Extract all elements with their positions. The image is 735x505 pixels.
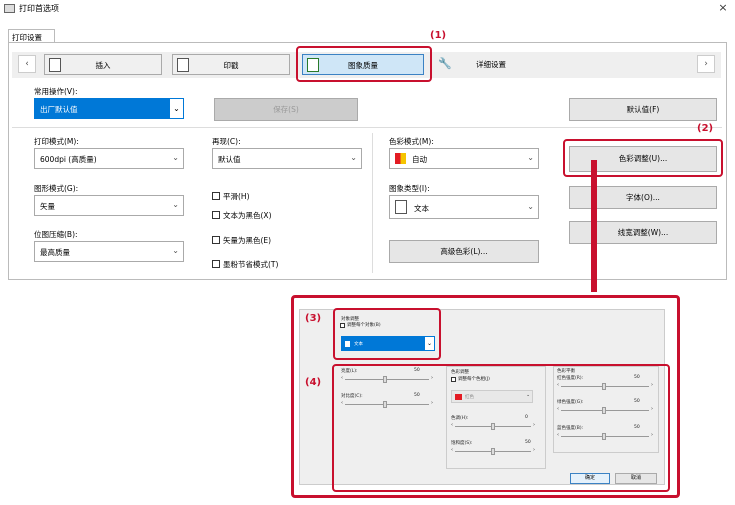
red-swatch-icon — [455, 394, 462, 400]
defaults-button[interactable]: 默认值(F) — [569, 98, 717, 121]
green-intensity-slider[interactable]: ‹ › — [557, 406, 653, 414]
brightness-label: 亮度(L): — [341, 369, 358, 374]
annotation-1: (1) — [430, 30, 447, 41]
color-mode-select[interactable]: 自动 ⌄ — [389, 148, 539, 169]
common-ops-select[interactable]: 出厂默认值 ⌄ — [34, 98, 184, 119]
bitmap-label: 位图压缩(B): — [34, 230, 78, 239]
chevron-down-icon: ⌄ — [172, 153, 179, 162]
reproduce-label: 再现(C): — [212, 137, 241, 146]
divider — [12, 127, 722, 128]
nav-right-arrow[interactable]: › — [697, 55, 715, 73]
color-balance-title: 色彩平衡 — [557, 369, 575, 374]
bitmap-select[interactable]: 最高质量 ⌄ — [34, 241, 184, 262]
hue-value: 0 — [525, 415, 528, 420]
nav-left-arrow[interactable]: ‹ — [18, 55, 36, 73]
nav-insert[interactable]: 插入 — [44, 54, 162, 75]
document-icon — [395, 200, 407, 214]
hue-slider[interactable]: ‹ › — [451, 422, 535, 430]
brightness-value: 50 — [414, 368, 420, 373]
printer-icon — [4, 4, 15, 13]
red-intensity-label: 红色强度(R): — [557, 376, 584, 381]
image-type-label: 图象类型(I): — [389, 184, 430, 193]
brightness-slider[interactable]: ‹ › — [341, 375, 433, 383]
common-ops-label: 常用操作(V): — [34, 87, 78, 96]
ok-button[interactable]: 确定 — [570, 473, 610, 484]
divider — [372, 133, 373, 273]
saturation-slider[interactable]: ‹ › — [451, 447, 535, 455]
window-title: 打印首选项 — [19, 4, 59, 13]
vector-black-checkbox[interactable]: 矢量为黑色(E) — [212, 235, 332, 246]
toner-save-checkbox[interactable]: 墨粉节省模式(T) — [212, 259, 332, 270]
graphics-mode-label: 图形模式(G): — [34, 184, 79, 193]
saturation-label: 饱和度(S): — [451, 441, 473, 446]
nav-stamp[interactable]: 印戳 — [172, 54, 290, 75]
highlight-color-adjust — [563, 139, 723, 177]
chevron-down-icon: ⌄ — [527, 202, 534, 211]
chevron-down-icon: ⌄ — [170, 99, 183, 118]
hue-label: 色调(H): — [451, 416, 469, 421]
target-checkbox[interactable]: 调整每个对象(B) — [340, 323, 420, 331]
green-intensity-value: 50 — [634, 399, 640, 404]
advanced-color-button[interactable]: 高级色彩(L)... — [389, 240, 539, 263]
color-adjust-title: 色彩调整 — [451, 370, 469, 375]
red-intensity-value: 50 — [634, 375, 640, 380]
annotation-4: (4) — [305, 377, 322, 388]
annotation-3: (3) — [305, 313, 322, 324]
close-icon[interactable]: × — [716, 1, 730, 15]
red-intensity-slider[interactable]: ‹ › — [557, 382, 653, 390]
contrast-slider[interactable]: ‹ › — [341, 400, 433, 408]
chevron-down-icon: ⌄ — [425, 337, 434, 350]
color-icon — [395, 153, 406, 164]
text-black-checkbox[interactable]: 文本为黑色(X) — [212, 210, 332, 221]
saturation-value: 50 — [525, 440, 531, 445]
chevron-down-icon: ⌄ — [172, 200, 179, 209]
chevron-down-icon: ⌄ — [527, 153, 534, 162]
contrast-value: 50 — [414, 393, 420, 398]
hue-color-select[interactable]: 红色 ⌄ — [451, 390, 533, 403]
blue-intensity-label: 蓝色强度(B): — [557, 426, 584, 431]
hue-adjust-checkbox[interactable]: 调整每个色相(J) — [451, 377, 531, 385]
document-icon — [345, 341, 350, 347]
image-type-select[interactable]: 文本 ⌄ — [389, 195, 539, 219]
tab-print-settings[interactable]: 打印设置 — [8, 29, 55, 43]
print-mode-select[interactable]: 600dpi (高质量) ⌄ — [34, 148, 184, 169]
contrast-label: 对比度(C): — [341, 394, 363, 399]
blue-intensity-value: 50 — [634, 425, 640, 430]
highlight-image-quality — [296, 46, 432, 82]
cancel-button[interactable]: 取消 — [615, 473, 657, 484]
green-intensity-label: 绿色强度(G): — [557, 400, 584, 405]
blue-intensity-slider[interactable]: ‹ › — [557, 432, 653, 440]
smoothing-checkbox[interactable]: 平滑(H) — [212, 191, 332, 202]
title-bar: 打印首选项 × — [0, 0, 735, 18]
target-select[interactable]: 文本 ⌄ — [341, 336, 435, 351]
print-mode-label: 打印模式(M): — [34, 137, 79, 146]
graphics-mode-select[interactable]: 矢量 ⌄ — [34, 195, 184, 216]
chevron-down-icon: ⌄ — [526, 393, 530, 398]
reproduce-select[interactable]: 默认值 ⌄ — [212, 148, 362, 169]
color-mode-label: 色彩模式(M): — [389, 137, 434, 146]
connector-line — [591, 160, 597, 292]
chevron-down-icon: ⌄ — [172, 246, 179, 255]
save-button[interactable]: 保存(S) — [214, 98, 358, 121]
nav-detailed-settings[interactable]: 🔧 详细设置 — [432, 54, 550, 75]
annotation-2: (2) — [697, 123, 714, 134]
chevron-down-icon: ⌄ — [350, 153, 357, 162]
